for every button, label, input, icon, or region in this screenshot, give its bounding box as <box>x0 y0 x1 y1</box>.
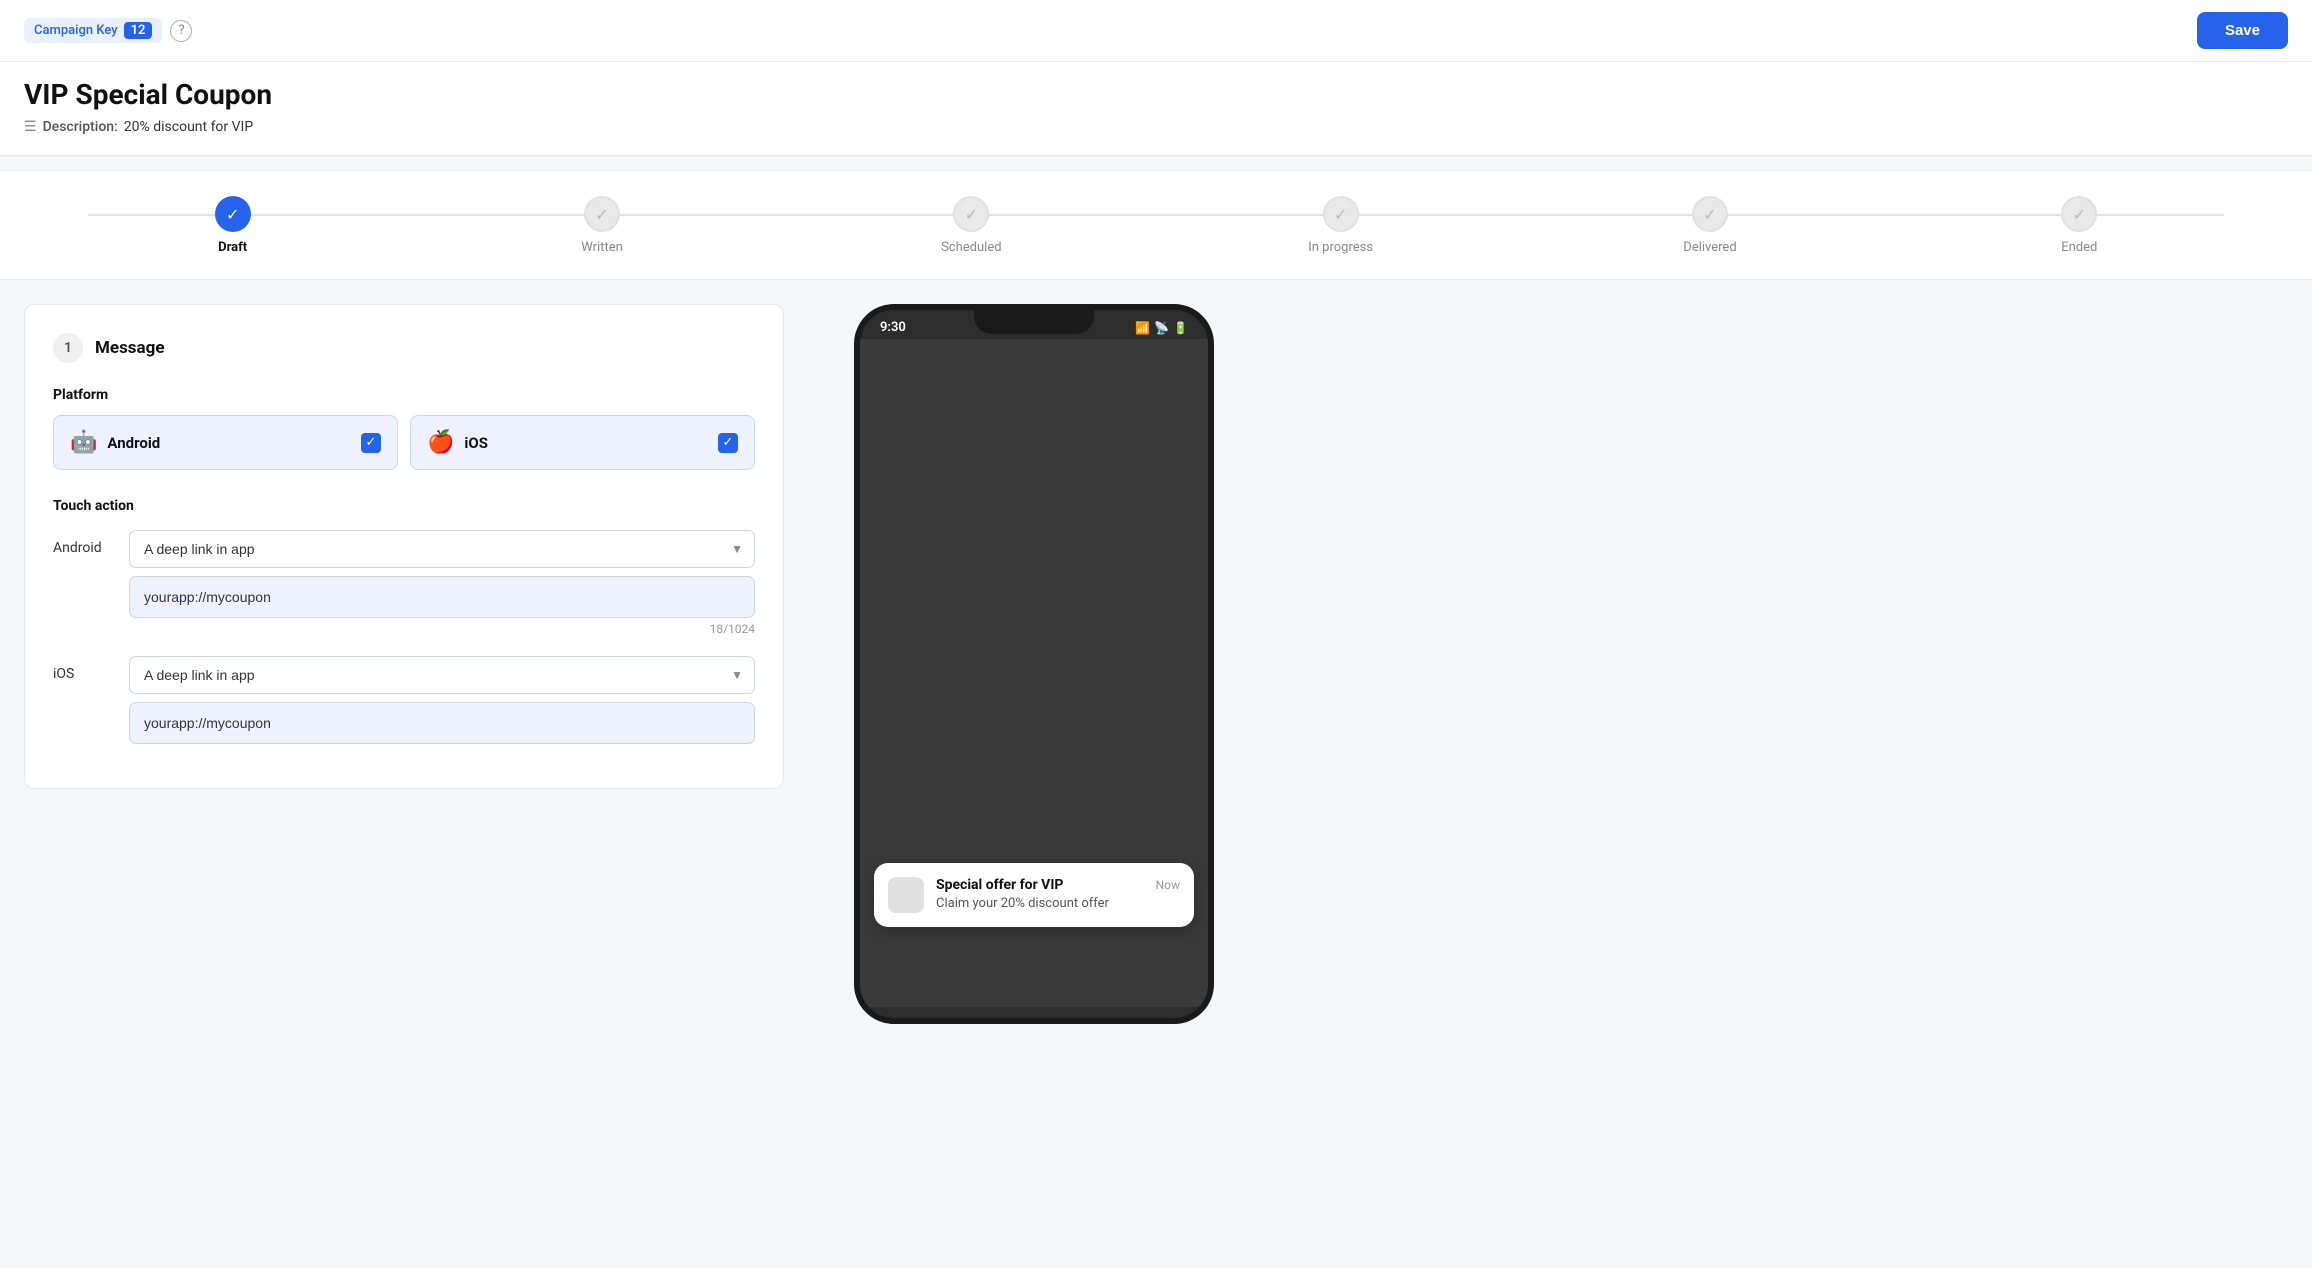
notif-body: Claim your 20% discount offer <box>936 896 1180 911</box>
step-inprogress: ✓ In progress <box>1156 196 1525 255</box>
ios-deeplink-input[interactable] <box>129 702 755 744</box>
apple-icon: 🍎 <box>427 430 454 455</box>
top-bar-left: Campaign Key 12 ? <box>24 18 192 43</box>
signal-icon: 📡 <box>1154 321 1169 335</box>
campaign-key-badge: Campaign Key 12 <box>24 18 162 43</box>
notif-time: Now <box>1156 878 1180 892</box>
message-card: 1 Message Platform 🤖 Android ✓ <box>24 304 784 789</box>
step-label-ended: Ended <box>2061 240 2097 255</box>
notif-content: Special offer for VIP Now Claim your 20%… <box>936 877 1180 911</box>
campaign-key-number: 12 <box>124 22 153 39</box>
notification-card: Special offer for VIP Now Claim your 20%… <box>874 863 1194 927</box>
section-number: 1 <box>53 333 83 363</box>
step-label-scheduled: Scheduled <box>941 240 1001 255</box>
android-touch-label: Android <box>53 530 113 556</box>
form-section: 1 Message Platform 🤖 Android ✓ <box>24 304 784 1024</box>
main-content: 1 Message Platform 🤖 Android ✓ <box>0 280 2312 1048</box>
ios-touch-content: A deep link in app Open URL Open app Non… <box>129 656 755 744</box>
platform-ios-left: 🍎 iOS <box>427 430 488 455</box>
save-button[interactable]: Save <box>2197 12 2288 49</box>
android-icon: 🤖 <box>70 430 97 455</box>
notif-header: Special offer for VIP Now <box>936 877 1180 893</box>
battery-icon: 🔋 <box>1173 321 1188 335</box>
section-title: Message <box>95 338 165 358</box>
notif-title: Special offer for VIP <box>936 877 1063 893</box>
step-circle-draft: ✓ <box>215 196 251 232</box>
step-label-delivered: Delivered <box>1683 240 1736 255</box>
notif-app-icon <box>888 877 924 913</box>
android-select-wrapper: A deep link in app Open URL Open app Non… <box>129 530 755 568</box>
step-circle-inprogress: ✓ <box>1323 196 1359 232</box>
stepper-container: ✓ Draft ✓ Written ✓ Scheduled ✓ In progr… <box>0 172 2312 280</box>
help-icon[interactable]: ? <box>170 20 192 42</box>
touch-action-label: Touch action <box>53 498 755 514</box>
section-header: 1 Message <box>53 333 755 363</box>
android-select[interactable]: A deep link in app Open URL Open app Non… <box>129 530 755 568</box>
preview-section: 9:30 📶 📡 🔋 Special offer for VIP Now <box>824 304 1244 1024</box>
step-label-written: Written <box>581 240 623 255</box>
step-circle-scheduled: ✓ <box>953 196 989 232</box>
stepper: ✓ Draft ✓ Written ✓ Scheduled ✓ In progr… <box>48 196 2264 255</box>
android-touch-content: A deep link in app Open URL Open app Non… <box>129 530 755 636</box>
description-label: Description: <box>43 119 118 135</box>
android-checkbox[interactable]: ✓ <box>361 433 381 453</box>
phone-time: 9:30 <box>880 320 906 335</box>
step-written: ✓ Written <box>417 196 786 255</box>
step-ended: ✓ Ended <box>1895 196 2264 255</box>
step-label-draft: Draft <box>218 240 247 255</box>
phone-frame: 9:30 📶 📡 🔋 Special offer for VIP Now <box>854 304 1214 1024</box>
step-delivered: ✓ Delivered <box>1525 196 1894 255</box>
android-char-count: 18/1024 <box>129 622 755 636</box>
android-touch-row: Android A deep link in app Open URL Open… <box>53 530 755 636</box>
page-title: VIP Special Coupon <box>24 78 2288 111</box>
page-header: VIP Special Coupon ☰ Description: 20% di… <box>0 62 2312 156</box>
platform-label: Platform <box>53 387 755 403</box>
ios-select-wrapper: A deep link in app Open URL Open app Non… <box>129 656 755 694</box>
ios-select[interactable]: A deep link in app Open URL Open app Non… <box>129 656 755 694</box>
step-scheduled: ✓ Scheduled <box>787 196 1156 255</box>
page-container: Campaign Key 12 ? Save VIP Special Coupo… <box>0 0 2312 1268</box>
step-circle-delivered: ✓ <box>1692 196 1728 232</box>
android-name: Android <box>107 434 160 452</box>
phone-icons: 📶 📡 🔋 <box>1135 321 1188 335</box>
platform-ios-card[interactable]: 🍎 iOS ✓ <box>410 415 755 470</box>
ios-touch-label: iOS <box>53 656 113 682</box>
top-bar: Campaign Key 12 ? Save <box>0 0 2312 62</box>
step-label-inprogress: In progress <box>1308 240 1373 255</box>
step-circle-written: ✓ <box>584 196 620 232</box>
phone-screen: Special offer for VIP Now Claim your 20%… <box>860 339 1208 1007</box>
description-icon: ☰ <box>24 119 37 135</box>
description-value: 20% discount for VIP <box>124 119 253 135</box>
step-circle-ended: ✓ <box>2061 196 2097 232</box>
platform-android-left: 🤖 Android <box>70 430 160 455</box>
campaign-key-label: Campaign Key <box>34 23 118 38</box>
ios-touch-row: iOS A deep link in app Open URL Open app… <box>53 656 755 744</box>
wifi-icon: 📶 <box>1135 321 1150 335</box>
description-row: ☰ Description: 20% discount for VIP <box>24 119 2288 135</box>
platform-row: 🤖 Android ✓ 🍎 iOS ✓ <box>53 415 755 470</box>
phone-notch <box>974 310 1094 334</box>
platform-android-card[interactable]: 🤖 Android ✓ <box>53 415 398 470</box>
step-draft: ✓ Draft <box>48 196 417 255</box>
ios-name: iOS <box>464 434 488 452</box>
android-deeplink-input[interactable] <box>129 576 755 618</box>
ios-checkbox[interactable]: ✓ <box>718 433 738 453</box>
